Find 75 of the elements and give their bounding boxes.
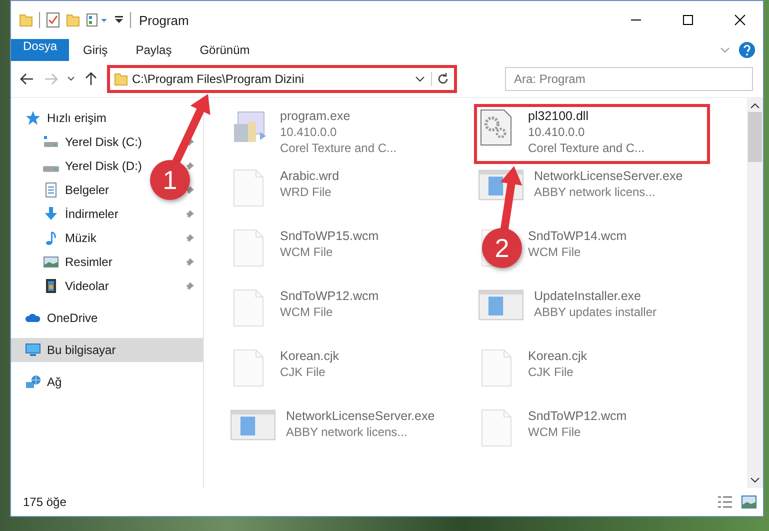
network-icon: [25, 374, 41, 390]
up-arrow-icon[interactable]: [85, 72, 97, 86]
docs-icon: [43, 182, 59, 198]
file-name[interactable]: Arabic.wrd: [280, 168, 340, 184]
file-detail: CJK File: [280, 364, 326, 380]
sidebar-item[interactable]: Hızlı erişim: [47, 111, 106, 125]
close-icon[interactable]: [734, 14, 746, 26]
file-name[interactable]: SndToWP15.wcm: [280, 228, 379, 244]
file-detail: 10.410.0.0: [280, 124, 338, 140]
dropdown-caret-icon[interactable]: [415, 75, 425, 83]
file-detail: WCM File: [280, 304, 334, 320]
file-detail: ABBY network licens...: [534, 184, 656, 200]
file-detail: Corel Texture and C...: [280, 140, 397, 156]
properties-icon[interactable]: [86, 12, 108, 28]
scroll-up-icon[interactable]: [750, 102, 760, 110]
ribbon-tab[interactable]: Giriş: [69, 39, 122, 61]
file-menu-tab[interactable]: Dosya: [11, 39, 70, 61]
sidebar-item[interactable]: OneDrive: [47, 311, 98, 325]
file-detail: WCM File: [528, 244, 582, 260]
app-window-icon: [478, 288, 524, 322]
sidebar-item[interactable]: Ağ: [47, 375, 62, 389]
maximize-icon[interactable]: [682, 14, 694, 26]
download-icon: [43, 206, 59, 222]
file-name[interactable]: UpdateInstaller.exe: [534, 288, 657, 304]
customize-caret-icon[interactable]: [114, 15, 124, 25]
file-name[interactable]: SndToWP12.wcm: [528, 408, 627, 424]
scroll-down-icon[interactable]: [750, 476, 760, 484]
videos-icon: [43, 278, 59, 294]
sidebar-item[interactable]: Yerel Disk (C:): [65, 135, 142, 149]
file-name[interactable]: pl32100.dll: [528, 108, 645, 124]
details-view-icon[interactable]: [717, 495, 733, 509]
file-detail: ABBY network licens...: [286, 424, 408, 440]
help-icon[interactable]: [739, 42, 755, 58]
file-name[interactable]: program.exe: [280, 108, 397, 124]
file-detail: 10.410.0.0: [528, 124, 586, 140]
sidebar-item[interactable]: Yerel Disk (D:): [65, 159, 142, 173]
file-name[interactable]: NetworkLicenseServer.exe: [534, 168, 683, 184]
file-detail: Corel Texture and C...: [528, 140, 645, 156]
selected-sidebar-row[interactable]: Bu bilgisayar: [11, 338, 203, 362]
sidebar-item[interactable]: Videolar: [65, 279, 109, 293]
checklist-icon[interactable]: [46, 12, 60, 28]
pictures-icon: [43, 254, 59, 270]
file-detail: WCM File: [280, 244, 334, 260]
star-icon: [25, 110, 41, 126]
file-detail: CJK File: [528, 364, 574, 380]
caret-icon[interactable]: [67, 76, 75, 82]
window-title: Program: [139, 12, 189, 28]
folder-icon: [114, 72, 128, 86]
file-detail: WRD File: [280, 184, 332, 200]
file-detail: ABBY updates installer: [534, 304, 657, 320]
sidebar-item[interactable]: Resimler: [65, 255, 112, 269]
drive-icon: [43, 166, 59, 172]
file-detail: WCM File: [528, 424, 582, 440]
sidebar-item[interactable]: Müzik: [65, 231, 96, 245]
sidebar-item[interactable]: İndirmeler: [65, 207, 118, 221]
app-window-icon: [230, 408, 276, 442]
file-name[interactable]: SndToWP14.wcm: [528, 228, 627, 244]
large-icons-view-icon[interactable]: [741, 495, 757, 509]
ribbon-tab[interactable]: Paylaş: [122, 39, 186, 61]
sidebar-item[interactable]: Bu bilgisayar: [47, 343, 116, 357]
back-arrow-icon[interactable]: [20, 73, 34, 85]
music-icon: [43, 230, 59, 246]
sidebar-item[interactable]: Belgeler: [65, 183, 110, 197]
file-name[interactable]: Korean.cjk: [528, 348, 588, 364]
scrollbar[interactable]: [747, 98, 763, 488]
ribbon-tab[interactable]: Görünüm: [186, 39, 264, 61]
file-name[interactable]: NetworkLicenseServer.exe: [286, 408, 435, 424]
address-bar[interactable]: C:\Program Files\Program Dizini: [107, 65, 457, 93]
scroll-thumb[interactable]: [748, 112, 762, 162]
search-field[interactable]: Ara: Program: [505, 67, 753, 91]
file-name[interactable]: Korean.cjk: [280, 348, 340, 364]
pc-icon: [25, 342, 41, 358]
sysdrive-icon: [43, 134, 59, 150]
item-count: 175 öğe: [23, 495, 66, 509]
file-name[interactable]: SndToWP12.wcm: [280, 288, 379, 304]
